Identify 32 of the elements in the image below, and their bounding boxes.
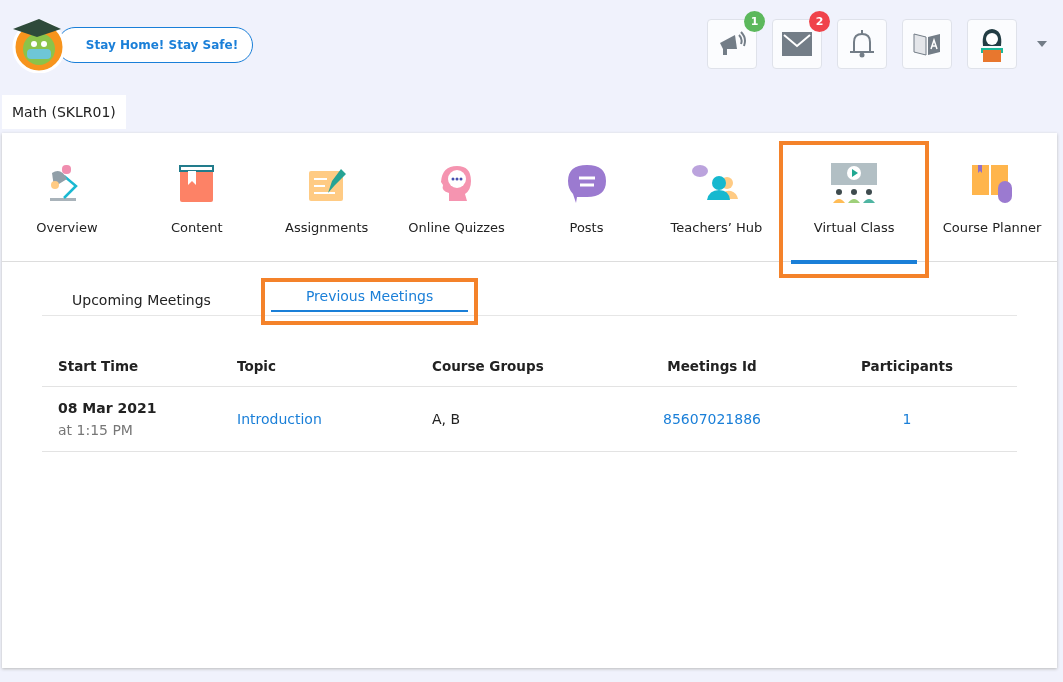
bell-icon (847, 29, 877, 59)
course-tab[interactable]: Teachers’ Hub (651, 133, 782, 261)
column-header: Meetings Id (666, 358, 758, 374)
course-tab[interactable]: Posts (521, 133, 652, 261)
course-tab[interactable]: Content (131, 133, 262, 261)
meetings-tab[interactable]: Upcoming Meetings (42, 282, 241, 316)
book-and-mouse-icon (970, 162, 1015, 204)
course-tab[interactable]: Overview (2, 133, 132, 261)
course-tab[interactable]: Online Quizzes (391, 133, 522, 261)
meeting-id-link[interactable]: 85607021886 (663, 411, 761, 427)
count-badge: 2 (809, 11, 830, 32)
meetings-tab[interactable]: Previous Meetings (260, 278, 479, 325)
meeting-date: 08 Mar 2021 (58, 400, 158, 416)
course-title: Math (SKLR01) (2, 95, 126, 129)
topic-link[interactable]: Introduction (237, 411, 322, 427)
course-tab[interactable]: Assignments (261, 133, 392, 261)
participants-link[interactable]: 1 (902, 411, 912, 427)
mail-icon (782, 32, 812, 56)
count-badge: 1 (744, 11, 765, 32)
caret-icon[interactable] (1037, 41, 1047, 47)
presentation-screen-icon (831, 162, 878, 204)
meeting-time: at 1:15 PM (58, 422, 134, 438)
header-icon-button[interactable] (967, 19, 1017, 69)
column-header: Topic (237, 358, 277, 374)
column-header: Start Time (57, 358, 140, 374)
chat-bubble-icon (566, 162, 607, 204)
column-header: Course Groups (432, 358, 545, 374)
book-icon (176, 162, 217, 204)
column-header: Participants (860, 358, 954, 374)
course-tab[interactable]: Course Planner (927, 133, 1057, 261)
course-tab[interactable]: Virtual Class (781, 143, 928, 276)
course-groups-cell-text: A, B (432, 411, 462, 427)
